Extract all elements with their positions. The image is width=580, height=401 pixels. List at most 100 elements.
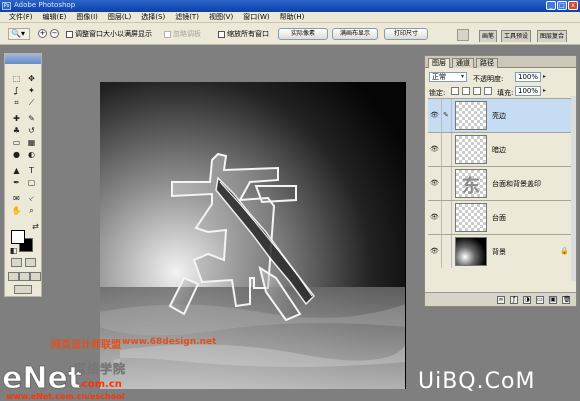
eye-icon[interactable]: 👁	[430, 111, 439, 119]
marquee-tool-icon[interactable]: ⬚	[10, 74, 23, 84]
chevron-right-icon[interactable]: ▸	[543, 87, 549, 95]
menu-file[interactable]: 文件(F)	[4, 12, 38, 22]
blur-tool-icon[interactable]: ●	[10, 150, 23, 160]
pen-tool-icon[interactable]: ✒	[10, 178, 23, 188]
menu-filter[interactable]: 滤镜(T)	[170, 12, 204, 22]
actual-pixels-button[interactable]: 实际像素	[278, 28, 328, 40]
menu-help[interactable]: 帮助(H)	[275, 12, 310, 22]
layer-name[interactable]: 背景	[492, 247, 506, 257]
menu-view[interactable]: 视图(V)	[204, 12, 238, 22]
layer-link-cell[interactable]	[441, 235, 452, 268]
crop-tool-icon[interactable]: ⌗	[10, 98, 23, 108]
chevron-right-icon[interactable]: ▸	[543, 73, 549, 81]
screen-mode-full-icon[interactable]	[30, 272, 41, 281]
checkbox-box[interactable]	[218, 30, 225, 38]
well-tab-brushes[interactable]: 画笔	[479, 30, 498, 42]
magic-wand-tool-icon[interactable]: ✦	[25, 86, 38, 96]
dodge-tool-icon[interactable]: ◐	[25, 150, 38, 160]
layer-link-cell[interactable]	[441, 201, 452, 234]
eyedropper-tool-icon[interactable]: ⸔	[25, 194, 38, 204]
ignore-palettes-checkbox[interactable]: 忽略调板	[164, 29, 201, 39]
healing-brush-tool-icon[interactable]: ✚	[10, 114, 23, 124]
layer-row[interactable]: 👁 台面	[428, 200, 575, 234]
tab-paths[interactable]: 路径	[476, 58, 498, 68]
fill-input[interactable]: 100%	[515, 86, 541, 96]
layers-scrollbar[interactable]	[571, 96, 576, 281]
fit-on-screen-button[interactable]: 满画布显示	[332, 28, 378, 40]
hand-tool-icon[interactable]: ✋	[10, 206, 23, 216]
lock-all-icon[interactable]	[484, 87, 492, 95]
layer-style-icon[interactable]: ƒ	[510, 295, 518, 304]
zoom-tool-icon[interactable]: ⌕	[25, 206, 38, 216]
layer-link-cell[interactable]: ✎	[441, 99, 452, 132]
gradient-tool-icon[interactable]: ▦	[25, 138, 38, 148]
minimize-button[interactable]: _	[546, 1, 556, 10]
layer-link-cell[interactable]	[441, 133, 452, 166]
swap-colors-icon[interactable]: ⇄	[29, 222, 42, 232]
zoom-in-icon[interactable]: +	[38, 29, 47, 38]
layer-name[interactable]: 亮边	[492, 111, 506, 121]
standard-mode-icon[interactable]	[11, 258, 22, 267]
print-size-button[interactable]: 打印尺寸	[384, 28, 428, 40]
history-brush-tool-icon[interactable]: ↺	[25, 126, 38, 136]
lock-transparency-icon[interactable]	[451, 87, 459, 95]
eraser-tool-icon[interactable]: ▭	[10, 138, 23, 148]
opacity-input[interactable]: 100%	[515, 72, 541, 82]
type-tool-icon[interactable]: T	[25, 166, 38, 176]
menu-window[interactable]: 窗口(W)	[238, 12, 274, 22]
layer-row[interactable]: 👁 东 台面和背景盖印	[428, 166, 575, 200]
tool-preset-picker[interactable]: 🔍▾	[8, 28, 30, 40]
layer-row[interactable]: 👁 暗边	[428, 132, 575, 166]
jump-to-imageready-icon[interactable]	[14, 285, 32, 294]
new-group-icon[interactable]: ▭	[536, 295, 544, 304]
resize-windows-checkbox[interactable]: 调整窗口大小以满屏显示	[66, 29, 152, 39]
eye-icon[interactable]: 👁	[430, 145, 439, 153]
toolbox-header[interactable]	[5, 54, 41, 64]
eye-icon[interactable]: 👁	[430, 247, 439, 255]
checkbox-box[interactable]	[66, 30, 73, 38]
tab-channels[interactable]: 通道	[452, 58, 474, 68]
screen-mode-standard-icon[interactable]	[8, 272, 19, 281]
well-tab-tool-presets[interactable]: 工具预设	[501, 30, 532, 42]
shape-tool-icon[interactable]: ▢	[25, 178, 38, 188]
notes-tool-icon[interactable]: ✉	[10, 194, 23, 204]
adjustment-layer-icon[interactable]: ◑	[523, 295, 531, 304]
eye-icon[interactable]: 👁	[430, 213, 439, 221]
well-tab-layer-comps[interactable]: 图层复合	[537, 30, 568, 42]
maximize-button[interactable]: □	[557, 1, 567, 10]
new-layer-icon[interactable]: ▣	[549, 295, 557, 304]
layer-row[interactable]: 👁 背景 🔒	[428, 234, 575, 268]
layer-name[interactable]: 台面和背景盖印	[492, 179, 541, 189]
chevron-down-icon[interactable]: ▾	[461, 73, 467, 81]
checkbox-box[interactable]	[164, 30, 171, 38]
path-selection-tool-icon[interactable]: ▲	[10, 166, 23, 176]
lock-position-icon[interactable]	[473, 87, 481, 95]
slice-tool-icon[interactable]: ⟋	[25, 98, 38, 108]
tab-layers[interactable]: 图层	[428, 58, 450, 68]
layer-link-cell[interactable]	[441, 167, 452, 200]
link-layers-icon[interactable]: ∞	[497, 295, 505, 304]
clone-stamp-tool-icon[interactable]: ♣	[10, 126, 23, 136]
eye-icon[interactable]: 👁	[430, 179, 439, 187]
move-tool-icon[interactable]: ✥	[25, 74, 38, 84]
quick-mask-mode-icon[interactable]	[25, 258, 36, 267]
brush-tool-icon[interactable]: ✎	[25, 114, 38, 124]
lock-pixels-icon[interactable]	[462, 87, 470, 95]
lasso-tool-icon[interactable]: ʆ	[10, 86, 23, 96]
layer-name[interactable]: 台面	[492, 213, 506, 223]
zoom-out-icon[interactable]: −	[50, 29, 59, 38]
close-button[interactable]: x	[568, 1, 578, 10]
palette-well-icon[interactable]	[457, 29, 469, 41]
trash-icon[interactable]: 🗑	[562, 295, 571, 304]
lock-label: 锁定:	[429, 89, 446, 97]
screen-mode-full-menu-icon[interactable]	[19, 272, 30, 281]
menu-edit[interactable]: 编辑(E)	[38, 12, 72, 22]
foreground-color-swatch[interactable]	[11, 230, 25, 244]
photoshop-logo-icon: Ps	[2, 2, 11, 10]
layer-name[interactable]: 暗边	[492, 145, 506, 155]
menu-image[interactable]: 图像(I)	[71, 12, 103, 22]
menu-select[interactable]: 选择(S)	[136, 12, 170, 22]
menu-layer[interactable]: 图层(L)	[103, 12, 136, 22]
layer-row[interactable]: 👁 ✎ 亮边	[428, 98, 575, 132]
zoom-all-windows-checkbox[interactable]: 缩放所有窗口	[218, 29, 269, 39]
